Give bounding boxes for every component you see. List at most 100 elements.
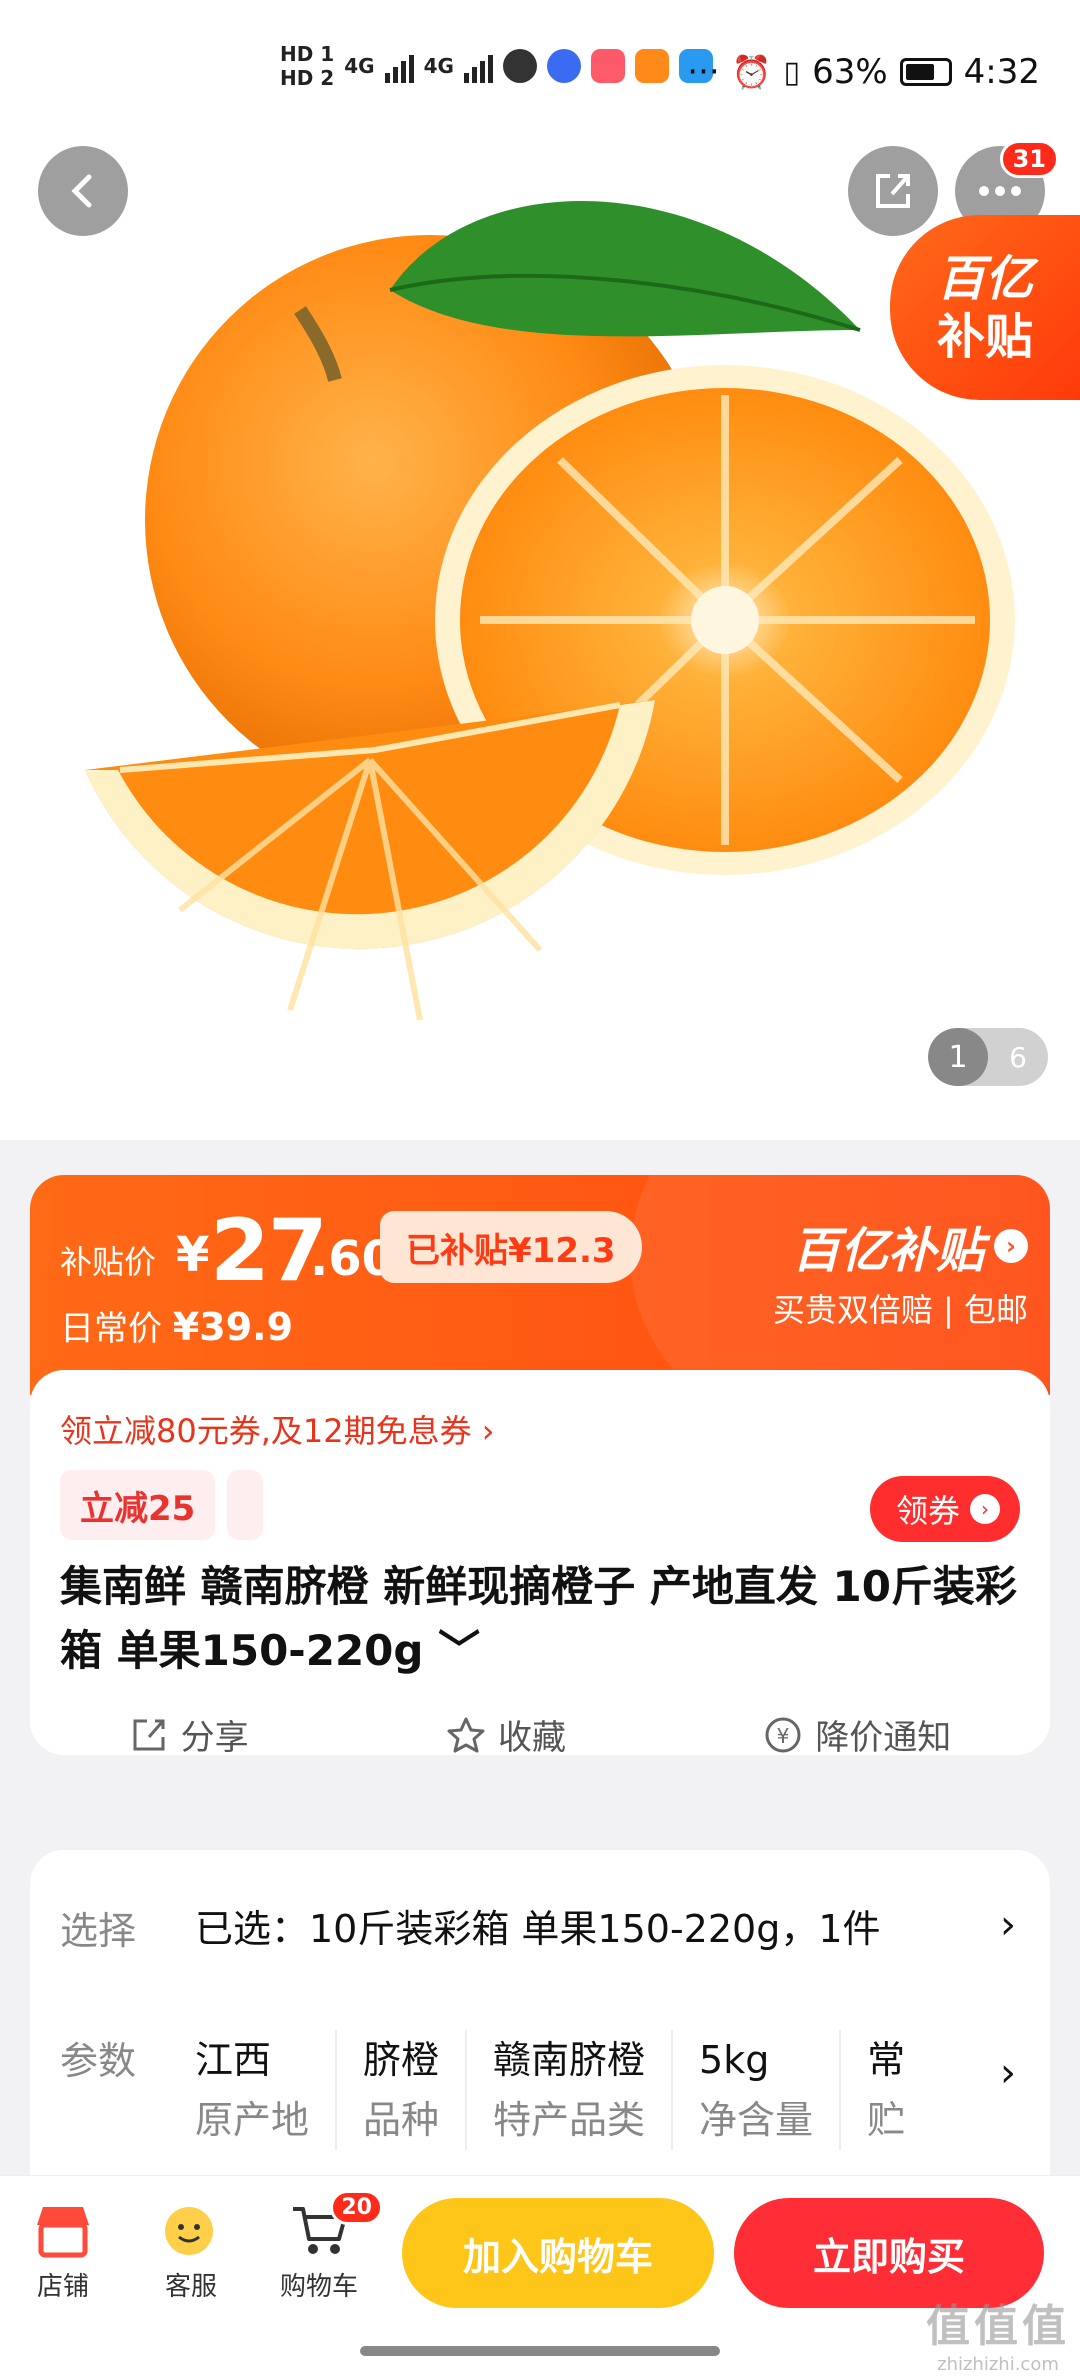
signal-icon-2 — [463, 49, 493, 83]
customer-service-icon — [159, 2196, 223, 2266]
param-key: 贮 — [867, 2098, 906, 2142]
param-item: 江西 原产地 — [195, 2030, 338, 2150]
price-alert-label: 降价通知 — [815, 1718, 952, 1755]
price-header: 补贴价 ¥ 27 .60 已补贴¥12.3 日常价 ¥39.9 百亿补贴 › 买… — [30, 1175, 1050, 1455]
add-to-cart-button[interactable]: 加入购物车 — [402, 2198, 714, 2308]
more-dots: ··· — [687, 52, 720, 92]
param-value: 5kg — [699, 2038, 770, 2082]
home-indicator[interactable] — [360, 2346, 720, 2356]
clock: 4:32 — [963, 52, 1040, 92]
currency-symbol: ¥ — [176, 1227, 210, 1283]
store-label: 店铺 — [36, 2272, 89, 2302]
discount-tags: 立减25 — [60, 1470, 264, 1540]
alarm-icon: ⏰ — [731, 53, 772, 91]
store-button[interactable]: 店铺 — [8, 2196, 118, 2303]
select-label: 选择 — [60, 1909, 137, 1953]
subsidy-brand-logo: 百亿补贴 — [791, 1223, 984, 1279]
param-key: 原产地 — [195, 2098, 310, 2142]
back-button[interactable] — [38, 146, 128, 236]
coupon-offer-link[interactable]: 领立减80元券,及12期免息券 › — [60, 1406, 495, 1452]
mail-icon — [590, 49, 625, 83]
notification-badge: 31 — [999, 140, 1059, 178]
vibrate-icon: ▯ — [783, 54, 801, 90]
chevron-right-icon[interactable]: › — [1000, 2050, 1016, 2096]
share-icon — [876, 174, 910, 208]
image-page-indicator: 1 6 — [928, 1028, 1048, 1086]
cart-label: 购物车 — [279, 2272, 358, 2302]
network-label-1: 4G — [344, 54, 375, 78]
subsidy-badge: 百亿 补贴 — [890, 215, 1080, 400]
watermark-url: zhizhizhi.com — [937, 2354, 1059, 2375]
product-detail-screen: HD 1 HD 2 4G 4G ··· ⏰ ▯ 63% 4:32 31 百亿 补… — [0, 0, 1080, 2376]
param-key: 品种 — [363, 2098, 440, 2142]
favorite-label: 收藏 — [497, 1718, 566, 1755]
status-right: ··· ⏰ ▯ 63% 4:32 — [687, 52, 1040, 92]
param-value: 江西 — [195, 2038, 272, 2082]
cart-button[interactable]: 20 购物车 — [264, 2190, 383, 2303]
daily-price-label: 日常价 — [60, 1309, 162, 1349]
price-alert-icon: ¥ — [765, 1717, 801, 1752]
page-current: 1 — [928, 1028, 988, 1086]
param-key: 净含量 — [699, 2098, 814, 2142]
get-coupon-button[interactable]: 领券 › — [869, 1476, 1020, 1542]
daily-price: 日常价 ¥39.9 — [60, 1301, 293, 1350]
status-left: HD 1 HD 2 4G 4G — [280, 42, 713, 90]
share-label: 分享 — [180, 1718, 249, 1755]
more-icon — [979, 186, 1021, 196]
param-item: 5kg 净含量 — [699, 2030, 842, 2150]
star-icon — [447, 1717, 485, 1752]
daily-price-value: ¥39.9 — [172, 1305, 294, 1349]
chevron-right-icon: › — [994, 1229, 1028, 1263]
selected-variant[interactable]: 已选：10斤装彩箱 单果150-220g，1件 — [195, 1898, 881, 1953]
param-value: 常 — [867, 2038, 906, 2082]
sim-labels: HD 1 HD 2 — [280, 42, 334, 90]
hd1-label: HD 1 — [280, 42, 335, 66]
get-coupon-label: 领券 — [895, 1492, 960, 1530]
customer-service-label: 客服 — [164, 2272, 217, 2302]
discount-tag: 立减25 — [60, 1470, 216, 1540]
subsidized-amount-pill: 已补贴¥12.3 — [380, 1211, 642, 1283]
discount-tag-empty — [227, 1470, 264, 1540]
product-actions: 分享 收藏 ¥ 降价通知 — [30, 1710, 1050, 1755]
subsidy-guarantee: 买贵双倍赔 | 包邮 — [772, 1291, 1028, 1329]
watermark-logo: 值值值 — [926, 2301, 1070, 2352]
param-item: 赣南脐橙 特产品类 — [493, 2030, 674, 2150]
share-button[interactable]: 分享 — [129, 1710, 249, 1755]
price-card: 补贴价 ¥ 27 .60 已补贴¥12.3 日常价 ¥39.9 百亿补贴 › 买… — [30, 1175, 1050, 1755]
subsidy-brand-link[interactable]: 百亿补贴 › — [792, 1211, 1028, 1281]
product-info: 领立减80元券,及12期免息券 › 立减25 领券 › 集南鲜 赣南脐橙 新鲜现… — [30, 1370, 1050, 1755]
battery-icon — [899, 58, 952, 86]
battery-percent: 63% — [812, 52, 888, 92]
params-label: 参数 — [60, 2039, 137, 2083]
share-top-button[interactable] — [848, 146, 938, 236]
page-total: 6 — [1009, 1040, 1027, 1074]
param-item: 脐橙 品种 — [363, 2030, 468, 2150]
product-image-gallery[interactable]: 31 百亿 补贴 1 6 — [0, 130, 1080, 1140]
customer-service-button[interactable]: 客服 — [136, 2196, 246, 2303]
cart-count-badge: 20 — [330, 2190, 383, 2225]
spec-card: 选择 已选：10斤装彩箱 单果150-220g，1件 › 参数 江西 原产地 脐… — [30, 1850, 1050, 2180]
watermark: 值值值 zhizhizhi.com — [926, 2290, 1070, 2375]
favorite-button[interactable]: 收藏 — [446, 1710, 566, 1755]
param-value: 赣南脐橙 — [493, 2038, 646, 2082]
param-item: 常 贮 — [867, 2030, 931, 2150]
video-icon — [634, 49, 669, 83]
params-list[interactable]: 江西 原产地 脐橙 品种 赣南脐橙 特产品类 5kg 净含量 常 贮 — [195, 2030, 955, 2150]
price-integer: 27 — [210, 1201, 328, 1301]
store-icon — [31, 2196, 95, 2266]
network-label-2: 4G — [423, 54, 454, 78]
price-alert-button[interactable]: ¥ 降价通知 — [763, 1710, 951, 1755]
subsidy-price-label: 补贴价 — [60, 1243, 157, 1281]
signal-icon — [384, 49, 414, 83]
param-key: 特产品类 — [493, 2098, 646, 2142]
chevron-right-icon[interactable]: › — [1000, 1902, 1016, 1948]
svg-text:¥: ¥ — [777, 1724, 790, 1748]
cart-icon: 20 — [289, 2190, 383, 2266]
product-title[interactable]: 集南鲜 赣南脐橙 新鲜现摘橙子 产地直发 10斤装彩箱 单果150-220g ﹀ — [60, 1555, 1020, 1683]
chevron-right-icon: › — [970, 1494, 1000, 1524]
param-value: 脐橙 — [363, 2038, 440, 2082]
share-icon — [133, 1719, 165, 1750]
chevron-left-icon — [71, 174, 92, 208]
subsidy-badge-line1: 百亿 — [936, 250, 1033, 307]
music-icon — [546, 49, 581, 83]
